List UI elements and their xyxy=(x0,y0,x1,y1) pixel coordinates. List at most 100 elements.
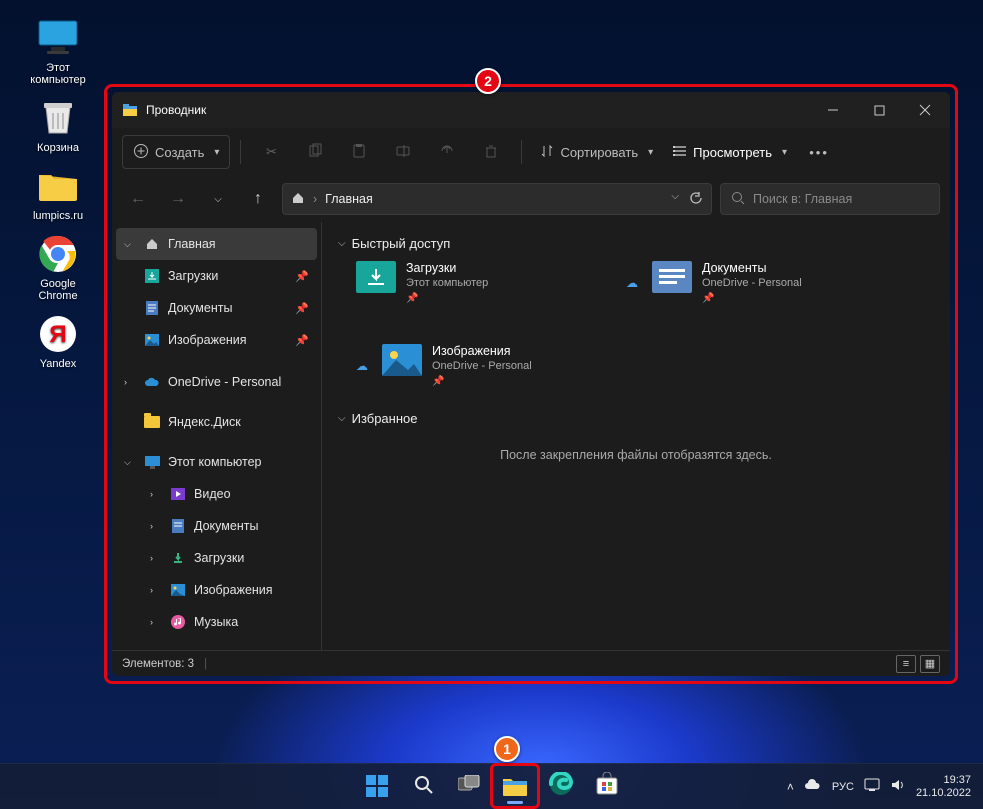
quick-access-pictures[interactable]: ☁ ИзображенияOneDrive - Personal📌 xyxy=(356,344,566,387)
details-view-button[interactable]: ≡ xyxy=(896,655,916,673)
maximize-button[interactable] xyxy=(856,92,902,128)
download-icon xyxy=(170,550,186,566)
desktop-icon-label: Yandex xyxy=(40,358,77,370)
desktop-icon-this-pc[interactable]: Этот компьютер xyxy=(18,18,98,86)
sidebar-item-label: Документы xyxy=(168,301,232,315)
titlebar[interactable]: Проводник xyxy=(112,92,950,128)
task-view-button[interactable] xyxy=(449,767,489,805)
clipboard-icon xyxy=(351,143,367,162)
desktop-icon-yandex[interactable]: Я Yandex xyxy=(18,314,98,370)
sidebar-item-label: Загрузки xyxy=(168,269,218,283)
pin-icon: 📌 xyxy=(702,293,802,304)
desktop-icon-label: Этот компьютер xyxy=(30,62,85,86)
sidebar-item-label: Загрузки xyxy=(194,551,244,565)
sidebar-item-label: Изображения xyxy=(194,583,273,597)
sort-icon xyxy=(540,144,554,161)
group-header-favorites[interactable]: ⌵Избранное xyxy=(338,411,934,426)
sidebar-item-this-pc[interactable]: ⌵Этот компьютер xyxy=(116,446,317,478)
view-button-label: Просмотреть xyxy=(693,145,772,160)
more-button[interactable]: ••• xyxy=(799,135,839,169)
annotation-badge-1: 1 xyxy=(494,736,520,762)
download-folder-icon xyxy=(356,261,396,293)
sidebar-item-home[interactable]: ⌵Главная xyxy=(116,228,317,260)
monitor-icon xyxy=(36,18,80,58)
view-button[interactable]: Просмотреть ▾ xyxy=(665,135,795,169)
refresh-button[interactable] xyxy=(689,191,703,208)
start-button[interactable] xyxy=(357,767,397,805)
item-count: Элементов: 3 xyxy=(122,658,194,670)
network-icon[interactable] xyxy=(864,778,880,795)
document-icon xyxy=(144,300,160,316)
sidebar-item-label: Главная xyxy=(168,237,216,251)
sidebar-item-onedrive[interactable]: ›OneDrive - Personal xyxy=(116,366,317,398)
forward-button[interactable]: → xyxy=(162,184,194,214)
ellipsis-icon: ••• xyxy=(809,145,829,160)
desktop-icon-lumpics[interactable]: lumpics.ru xyxy=(18,166,98,222)
desktop-icon-recycle-bin[interactable]: Корзина xyxy=(18,98,98,154)
quick-access-documents[interactable]: ☁ ДокументыOneDrive - Personal📌 xyxy=(626,261,836,304)
status-separator: | xyxy=(204,658,207,670)
volume-icon[interactable] xyxy=(890,778,906,795)
chevron-down-icon: ▾ xyxy=(782,147,787,158)
tray-overflow-button[interactable]: ˄ xyxy=(787,780,794,794)
desktop-icon-chrome[interactable]: Google Chrome xyxy=(18,234,98,302)
onedrive-tray-icon[interactable] xyxy=(804,779,822,794)
card-subtitle: OneDrive - Personal xyxy=(432,360,532,372)
sort-button[interactable]: Сортировать ▾ xyxy=(532,135,661,169)
taskbar-file-explorer[interactable] xyxy=(495,767,535,805)
recycle-bin-icon xyxy=(36,98,80,138)
sidebar-item-downloads[interactable]: Загрузки 📌 xyxy=(116,260,317,292)
search-placeholder: Поиск в: Главная xyxy=(753,192,852,206)
pin-icon: 📌 xyxy=(432,376,532,387)
search-icon xyxy=(413,774,433,799)
taskbar-search[interactable] xyxy=(403,767,443,805)
cut-button[interactable]: ✂ xyxy=(251,135,291,169)
monitor-icon xyxy=(144,454,160,470)
favorites-empty-text: После закрепления файлы отобразятся здес… xyxy=(338,448,934,462)
recent-locations-button[interactable]: ⌵ xyxy=(202,184,234,214)
chevron-down-icon[interactable]: ⌵ xyxy=(671,191,679,208)
sidebar-item-downloads2[interactable]: ›Загрузки xyxy=(116,542,317,574)
sidebar-item-pictures2[interactable]: › Изображения xyxy=(116,574,317,606)
group-header-quick-access[interactable]: ⌵Быстрый доступ xyxy=(338,236,934,251)
sidebar-item-videos[interactable]: ›Видео xyxy=(116,478,317,510)
quick-access-downloads[interactable]: ЗагрузкиЭтот компьютер📌 xyxy=(356,261,566,304)
toolbar-separator xyxy=(240,140,241,164)
date-text: 21.10.2022 xyxy=(916,787,971,800)
new-button[interactable]: Создать ▾ xyxy=(122,135,230,169)
rename-button[interactable] xyxy=(383,135,423,169)
annotation-badge-2: 2 xyxy=(475,68,501,94)
task-view-icon xyxy=(458,775,480,798)
back-button[interactable]: ← xyxy=(122,184,154,214)
chevron-right-icon: › xyxy=(150,585,162,595)
file-explorer-window: Проводник Создать ▾ ✂ Сортировать ▾ xyxy=(112,92,950,676)
toolbar-separator xyxy=(521,140,522,164)
taskbar-edge[interactable] xyxy=(541,767,581,805)
document-icon xyxy=(170,518,186,534)
close-button[interactable] xyxy=(902,92,948,128)
sidebar-item-yandex-disk[interactable]: Яндекс.Диск xyxy=(116,406,317,438)
pin-icon: 📌 xyxy=(295,270,309,283)
copy-button[interactable] xyxy=(295,135,335,169)
sidebar-item-pictures[interactable]: Изображения📌 xyxy=(116,324,317,356)
paste-button[interactable] xyxy=(339,135,379,169)
minimize-button[interactable] xyxy=(810,92,856,128)
music-icon xyxy=(170,614,186,630)
desktop-icon-label: lumpics.ru xyxy=(33,210,83,222)
tiles-view-button[interactable]: ▦ xyxy=(920,655,940,673)
language-indicator[interactable]: РУС xyxy=(832,781,854,793)
clock[interactable]: 19:37 21.10.2022 xyxy=(916,774,971,799)
up-button[interactable]: ↑ xyxy=(242,184,274,214)
share-button[interactable] xyxy=(427,135,467,169)
search-box[interactable]: Поиск в: Главная xyxy=(720,183,940,215)
address-bar[interactable]: › Главная ⌵ xyxy=(282,183,712,215)
sidebar-item-documents[interactable]: Документы📌 xyxy=(116,292,317,324)
taskbar-store[interactable] xyxy=(587,767,627,805)
sidebar-item-music[interactable]: ›Музыка xyxy=(116,606,317,638)
delete-button[interactable] xyxy=(471,135,511,169)
breadcrumb-separator: › xyxy=(313,192,317,206)
sidebar-item-documents2[interactable]: ›Документы xyxy=(116,510,317,542)
breadcrumb-item[interactable]: Главная xyxy=(325,192,373,206)
chevron-down-icon: ⌵ xyxy=(338,413,346,424)
view-icon xyxy=(673,144,687,161)
